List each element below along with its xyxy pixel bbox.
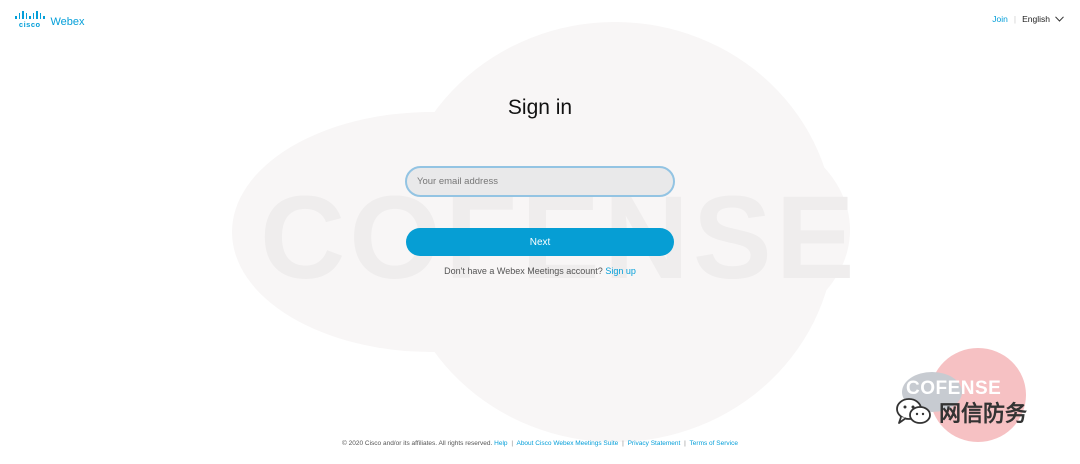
language-selector[interactable]: English: [1022, 14, 1064, 24]
footer-separator: |: [511, 440, 514, 447]
next-button[interactable]: Next: [406, 228, 674, 256]
cisco-logo: cisco: [15, 11, 45, 29]
footer: © 2020 Cisco and/or its affiliates. All …: [0, 440, 1080, 447]
product-name: Webex: [50, 16, 85, 28]
chevron-down-icon: [1055, 16, 1064, 22]
top-nav: Join | English: [992, 14, 1064, 24]
signup-link[interactable]: Sign up: [605, 266, 636, 276]
signup-prompt-line: Don't have a Webex Meetings account? Sig…: [0, 266, 1080, 276]
language-label: English: [1022, 14, 1050, 24]
signup-prompt: Don't have a Webex Meetings account?: [444, 266, 603, 276]
wechat-watermark: 网信防务: [895, 396, 1027, 428]
cisco-wordmark: cisco: [18, 20, 41, 29]
footer-separator: |: [684, 440, 686, 447]
footer-link-help[interactable]: Help: [494, 440, 507, 447]
wechat-account-name: 网信防务: [939, 401, 1028, 426]
email-input[interactable]: [405, 166, 675, 197]
footer-copyright: © 2020 Cisco and/or its affiliates. All …: [342, 440, 493, 447]
nav-separator: |: [1013, 14, 1017, 24]
footer-link-privacy[interactable]: Privacy Statement: [628, 440, 681, 447]
footer-separator: |: [622, 440, 624, 447]
join-link[interactable]: Join: [992, 14, 1008, 24]
page-title: Sign in: [507, 96, 573, 119]
cisco-webex-logo: cisco Webex: [15, 11, 85, 29]
wechat-icon: [896, 398, 931, 424]
footer-link-terms[interactable]: Terms of Service: [690, 440, 738, 447]
footer-link-about[interactable]: About Cisco Webex Meetings Suite: [516, 440, 618, 447]
cisco-bars-icon: [15, 11, 45, 19]
